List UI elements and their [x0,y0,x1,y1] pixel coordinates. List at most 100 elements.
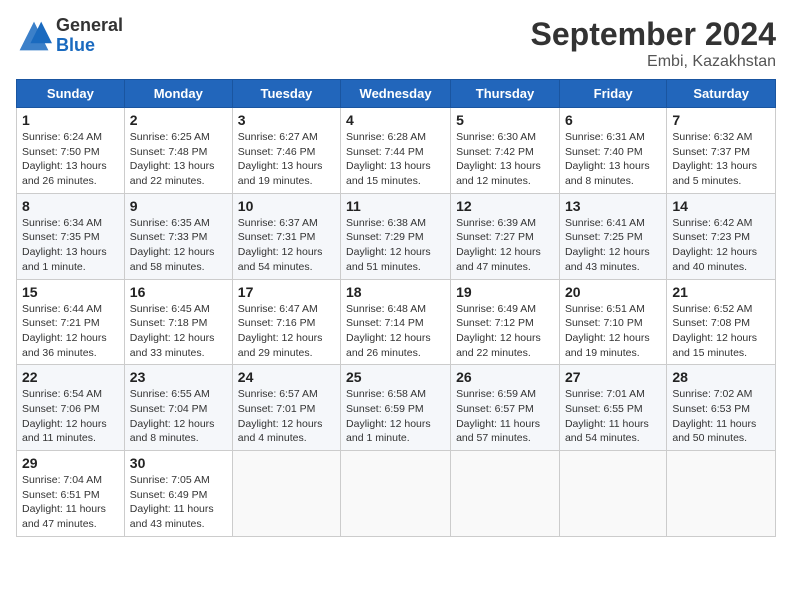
day-info: Sunrise: 6:57 AMSunset: 7:01 PMDaylight:… [238,387,335,446]
calendar-cell: 2 Sunrise: 6:25 AMSunset: 7:48 PMDayligh… [124,108,232,194]
day-header-wednesday: Wednesday [341,80,451,108]
location-title: Embi, Kazakhstan [531,53,776,71]
day-info: Sunrise: 6:25 AMSunset: 7:48 PMDaylight:… [130,130,227,189]
calendar-cell: 28 Sunrise: 7:02 AMSunset: 6:53 PMDaylig… [667,365,776,451]
day-number: 9 [130,198,227,214]
day-number: 20 [565,284,661,300]
calendar-cell: 18 Sunrise: 6:48 AMSunset: 7:14 PMDaylig… [341,279,451,365]
day-info: Sunrise: 6:55 AMSunset: 7:04 PMDaylight:… [130,387,227,446]
day-number: 27 [565,369,661,385]
calendar-cell: 5 Sunrise: 6:30 AMSunset: 7:42 PMDayligh… [451,108,560,194]
day-info: Sunrise: 6:34 AMSunset: 7:35 PMDaylight:… [22,216,119,275]
day-number: 18 [346,284,445,300]
day-number: 4 [346,112,445,128]
calendar-cell: 29 Sunrise: 7:04 AMSunset: 6:51 PMDaylig… [17,451,125,537]
calendar-cell: 17 Sunrise: 6:47 AMSunset: 7:16 PMDaylig… [232,279,340,365]
day-info: Sunrise: 6:52 AMSunset: 7:08 PMDaylight:… [672,302,770,361]
day-number: 19 [456,284,554,300]
day-info: Sunrise: 6:31 AMSunset: 7:40 PMDaylight:… [565,130,661,189]
calendar-cell [559,451,666,537]
calendar-cell [232,451,340,537]
calendar-cell: 14 Sunrise: 6:42 AMSunset: 7:23 PMDaylig… [667,193,776,279]
calendar-cell [341,451,451,537]
day-header-thursday: Thursday [451,80,560,108]
day-info: Sunrise: 6:37 AMSunset: 7:31 PMDaylight:… [238,216,335,275]
day-info: Sunrise: 6:27 AMSunset: 7:46 PMDaylight:… [238,130,335,189]
day-number: 14 [672,198,770,214]
logo: General Blue [16,16,123,56]
day-info: Sunrise: 6:59 AMSunset: 6:57 PMDaylight:… [456,387,554,446]
day-number: 1 [22,112,119,128]
day-info: Sunrise: 6:41 AMSunset: 7:25 PMDaylight:… [565,216,661,275]
calendar-cell: 23 Sunrise: 6:55 AMSunset: 7:04 PMDaylig… [124,365,232,451]
calendar-week-1: 1 Sunrise: 6:24 AMSunset: 7:50 PMDayligh… [17,108,776,194]
day-info: Sunrise: 6:58 AMSunset: 6:59 PMDaylight:… [346,387,445,446]
day-number: 16 [130,284,227,300]
calendar-cell: 3 Sunrise: 6:27 AMSunset: 7:46 PMDayligh… [232,108,340,194]
day-info: Sunrise: 7:01 AMSunset: 6:55 PMDaylight:… [565,387,661,446]
calendar-week-2: 8 Sunrise: 6:34 AMSunset: 7:35 PMDayligh… [17,193,776,279]
day-header-tuesday: Tuesday [232,80,340,108]
calendar-cell: 19 Sunrise: 6:49 AMSunset: 7:12 PMDaylig… [451,279,560,365]
header: General Blue September 2024 Embi, Kazakh… [16,16,776,71]
calendar-week-5: 29 Sunrise: 7:04 AMSunset: 6:51 PMDaylig… [17,451,776,537]
day-info: Sunrise: 6:48 AMSunset: 7:14 PMDaylight:… [346,302,445,361]
day-number: 21 [672,284,770,300]
day-info: Sunrise: 6:45 AMSunset: 7:18 PMDaylight:… [130,302,227,361]
day-header-sunday: Sunday [17,80,125,108]
calendar-cell: 25 Sunrise: 6:58 AMSunset: 6:59 PMDaylig… [341,365,451,451]
day-info: Sunrise: 6:32 AMSunset: 7:37 PMDaylight:… [672,130,770,189]
day-info: Sunrise: 6:30 AMSunset: 7:42 PMDaylight:… [456,130,554,189]
day-number: 3 [238,112,335,128]
day-info: Sunrise: 6:42 AMSunset: 7:23 PMDaylight:… [672,216,770,275]
calendar-cell: 26 Sunrise: 6:59 AMSunset: 6:57 PMDaylig… [451,365,560,451]
calendar-cell: 30 Sunrise: 7:05 AMSunset: 6:49 PMDaylig… [124,451,232,537]
calendar-cell: 12 Sunrise: 6:39 AMSunset: 7:27 PMDaylig… [451,193,560,279]
calendar-cell: 11 Sunrise: 6:38 AMSunset: 7:29 PMDaylig… [341,193,451,279]
day-number: 26 [456,369,554,385]
day-info: Sunrise: 6:39 AMSunset: 7:27 PMDaylight:… [456,216,554,275]
day-number: 30 [130,455,227,471]
title-area: September 2024 Embi, Kazakhstan [531,16,776,71]
day-info: Sunrise: 6:54 AMSunset: 7:06 PMDaylight:… [22,387,119,446]
day-info: Sunrise: 6:24 AMSunset: 7:50 PMDaylight:… [22,130,119,189]
calendar-cell: 21 Sunrise: 6:52 AMSunset: 7:08 PMDaylig… [667,279,776,365]
calendar-cell: 22 Sunrise: 6:54 AMSunset: 7:06 PMDaylig… [17,365,125,451]
header-row: SundayMondayTuesdayWednesdayThursdayFrid… [17,80,776,108]
day-info: Sunrise: 7:04 AMSunset: 6:51 PMDaylight:… [22,473,119,532]
logo-icon [16,18,52,54]
calendar-cell: 4 Sunrise: 6:28 AMSunset: 7:44 PMDayligh… [341,108,451,194]
calendar-cell: 7 Sunrise: 6:32 AMSunset: 7:37 PMDayligh… [667,108,776,194]
calendar-week-4: 22 Sunrise: 6:54 AMSunset: 7:06 PMDaylig… [17,365,776,451]
calendar-cell: 10 Sunrise: 6:37 AMSunset: 7:31 PMDaylig… [232,193,340,279]
day-number: 22 [22,369,119,385]
day-number: 25 [346,369,445,385]
day-number: 5 [456,112,554,128]
month-title: September 2024 [531,16,776,53]
calendar-cell: 8 Sunrise: 6:34 AMSunset: 7:35 PMDayligh… [17,193,125,279]
calendar-week-3: 15 Sunrise: 6:44 AMSunset: 7:21 PMDaylig… [17,279,776,365]
day-number: 11 [346,198,445,214]
calendar-cell: 15 Sunrise: 6:44 AMSunset: 7:21 PMDaylig… [17,279,125,365]
day-number: 6 [565,112,661,128]
calendar-cell: 1 Sunrise: 6:24 AMSunset: 7:50 PMDayligh… [17,108,125,194]
day-info: Sunrise: 6:35 AMSunset: 7:33 PMDaylight:… [130,216,227,275]
day-number: 13 [565,198,661,214]
calendar-cell: 9 Sunrise: 6:35 AMSunset: 7:33 PMDayligh… [124,193,232,279]
day-number: 12 [456,198,554,214]
day-header-monday: Monday [124,80,232,108]
day-info: Sunrise: 7:05 AMSunset: 6:49 PMDaylight:… [130,473,227,532]
day-number: 2 [130,112,227,128]
day-info: Sunrise: 6:28 AMSunset: 7:44 PMDaylight:… [346,130,445,189]
day-number: 17 [238,284,335,300]
calendar-cell: 6 Sunrise: 6:31 AMSunset: 7:40 PMDayligh… [559,108,666,194]
calendar-cell: 24 Sunrise: 6:57 AMSunset: 7:01 PMDaylig… [232,365,340,451]
day-number: 8 [22,198,119,214]
calendar-cell [667,451,776,537]
day-number: 23 [130,369,227,385]
day-number: 10 [238,198,335,214]
calendar-table: SundayMondayTuesdayWednesdayThursdayFrid… [16,79,776,537]
calendar-cell: 27 Sunrise: 7:01 AMSunset: 6:55 PMDaylig… [559,365,666,451]
day-info: Sunrise: 7:02 AMSunset: 6:53 PMDaylight:… [672,387,770,446]
day-number: 28 [672,369,770,385]
